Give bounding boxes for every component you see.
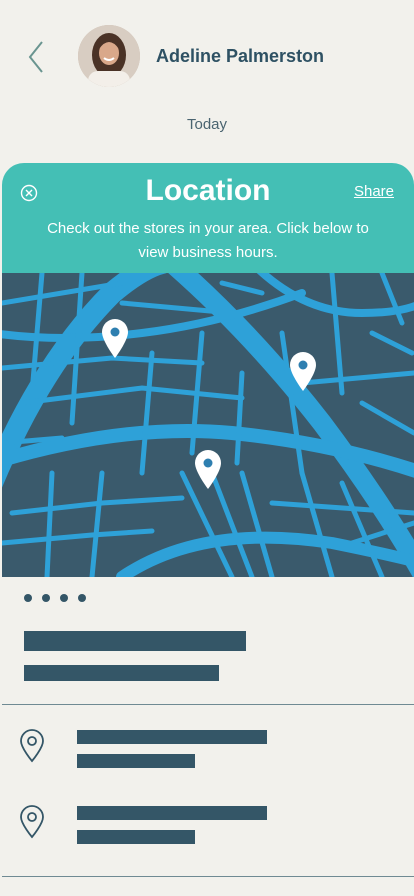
back-button[interactable] [24, 38, 52, 76]
chat-header: Adeline Palmerston Today [0, 0, 414, 133]
divider [2, 704, 414, 705]
date-separator: Today [186, 116, 228, 133]
contact-name: Adeline Palmerston [156, 46, 325, 66]
store-pin-3[interactable] [193, 448, 223, 490]
map-pin-icon [290, 352, 316, 391]
location-card: Location Share Check out the stores in y… [2, 163, 414, 878]
store-detail-placeholder-bar [77, 754, 195, 768]
store-map[interactable] [2, 273, 414, 577]
avatar[interactable] [78, 25, 140, 87]
store-detail-placeholder-bar [77, 830, 195, 844]
map-pin-icon [195, 450, 221, 489]
location-outline-icon [19, 729, 45, 763]
divider [2, 876, 414, 877]
page-dots[interactable] [24, 594, 86, 602]
map-pin-icon [102, 319, 128, 358]
location-card-header: Location Share Check out the stores in y… [2, 163, 414, 273]
card-description: Check out the stores in your area. Click… [47, 220, 369, 261]
store-name-placeholder-bar [77, 730, 267, 744]
chevron-left-icon [28, 41, 43, 73]
location-outline-icon [19, 805, 45, 839]
store-pin-2[interactable] [288, 350, 318, 392]
card-title: Location [145, 174, 271, 207]
page-dot [60, 594, 68, 602]
page-dot [78, 594, 86, 602]
share-link[interactable]: Share [354, 183, 394, 200]
title-placeholder-bar [24, 631, 246, 651]
subtitle-placeholder-bar [24, 665, 219, 681]
page-dot [42, 594, 50, 602]
page-dot [24, 594, 32, 602]
store-pin-1[interactable] [100, 317, 130, 359]
map-streets [2, 273, 414, 577]
store-name-placeholder-bar [77, 806, 267, 820]
